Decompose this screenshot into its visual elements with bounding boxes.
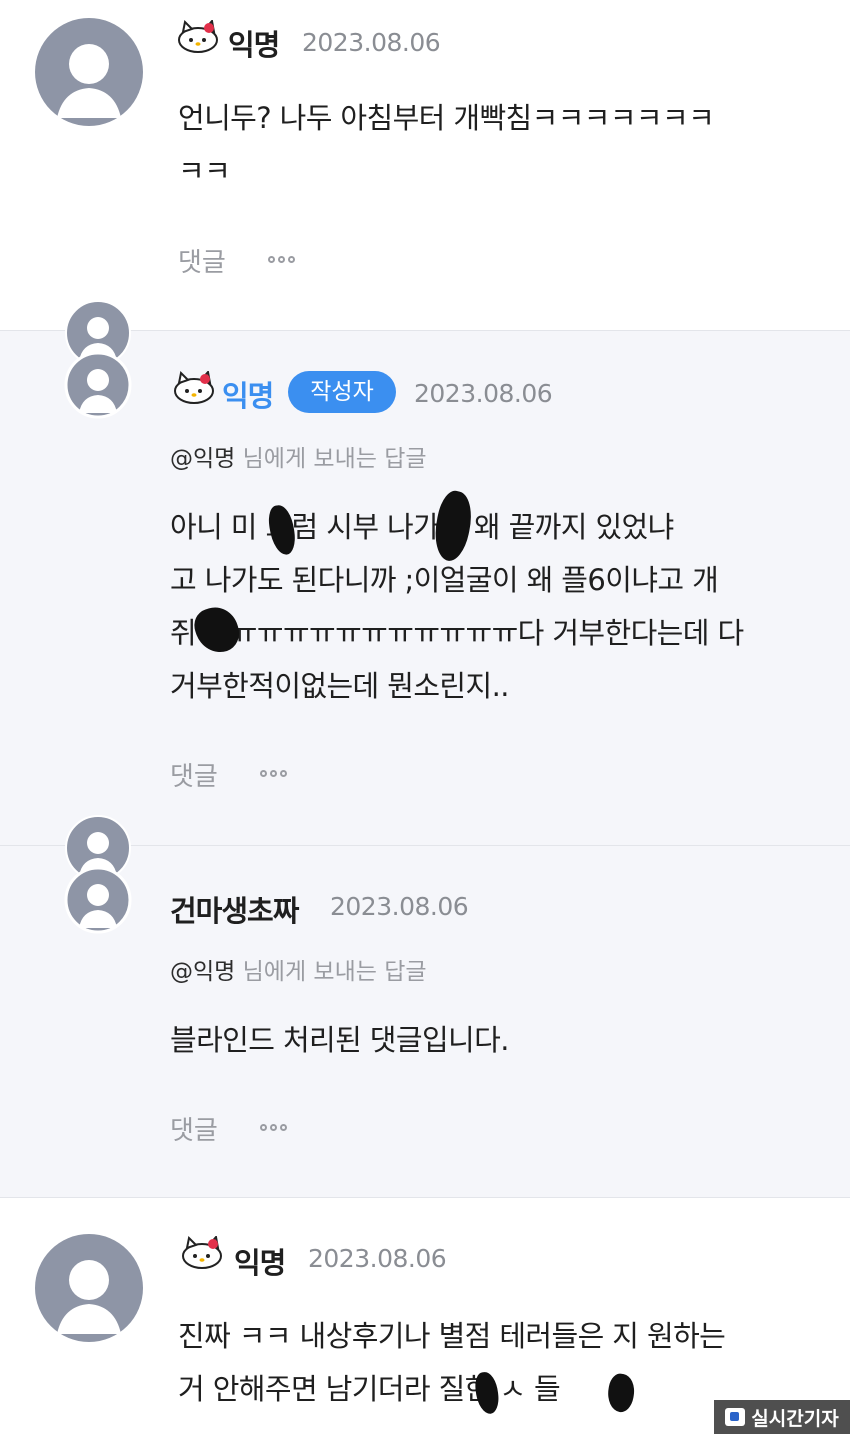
nickname[interactable]: 익명 (228, 22, 280, 64)
comment-body: 진짜 ㅋㅋ 내상후기나 별점 테러들은 지 원하는 거 안해주면 남기더라 질한… (178, 1319, 726, 1406)
comment-1: 익명 2023.08.06 언니두? 나두 아침부터 개빡침ㅋㅋㅋㅋㅋㅋㅋ ㅋㅋ… (0, 0, 850, 330)
blinded-comment-body: 블라인드 처리된 댓글입니다. (170, 1023, 509, 1057)
reply-target: @익명 님에게 보내는 답글 (170, 439, 427, 473)
watermark: 실시간기자 (714, 1400, 850, 1434)
hello-kitty-icon (174, 371, 214, 404)
more-dots-icon[interactable] (260, 1124, 287, 1131)
reply-target-suffix: 님에게 보내는 답글 (235, 446, 427, 472)
reply-target-user[interactable]: @익명 (170, 446, 235, 472)
comment-date: 2023.08.06 (308, 1244, 447, 1273)
comment-3-reply: 건마생초짜 2023.08.06 @익명 님에게 보내는 답글 블라인드 처리된… (0, 815, 850, 1198)
reply-button[interactable]: 댓글 (170, 756, 218, 793)
nickname[interactable]: 익명 (234, 1240, 286, 1282)
reply-target-suffix: 님에게 보내는 답글 (235, 959, 427, 985)
watermark-logo-icon (725, 1408, 746, 1426)
hello-kitty-icon (178, 20, 218, 53)
avatar-icon[interactable] (35, 1234, 143, 1342)
reply-target-user[interactable]: @익명 (170, 959, 235, 985)
comment-date: 2023.08.06 (414, 379, 553, 408)
avatar-stack-icon[interactable] (64, 814, 132, 934)
comment-body: 언니두? 나두 아침부터 개빡침ㅋㅋㅋㅋㅋㅋㅋ ㅋㅋ (178, 101, 715, 188)
comment-2-reply: 익명 작성자 2023.08.06 @익명 님에게 보내는 답글 아니 미 그럼… (0, 300, 850, 846)
more-dots-icon[interactable] (260, 770, 287, 777)
avatar-icon[interactable] (35, 18, 143, 126)
author-badge: 작성자 (288, 371, 396, 413)
hello-kitty-icon (182, 1236, 222, 1269)
more-dots-icon[interactable] (268, 256, 295, 263)
watermark-text: 실시간기자 (751, 1407, 839, 1430)
comment-date: 2023.08.06 (330, 892, 469, 921)
reply-target: @익명 님에게 보내는 답글 (170, 952, 427, 986)
avatar-stack-icon[interactable] (64, 299, 132, 419)
comment-date: 2023.08.06 (302, 28, 441, 57)
reply-button[interactable]: 댓글 (170, 1110, 218, 1147)
nickname[interactable]: 건마생초짜 (170, 888, 299, 930)
reply-button[interactable]: 댓글 (178, 242, 226, 279)
nickname-author[interactable]: 익명 (222, 373, 274, 415)
